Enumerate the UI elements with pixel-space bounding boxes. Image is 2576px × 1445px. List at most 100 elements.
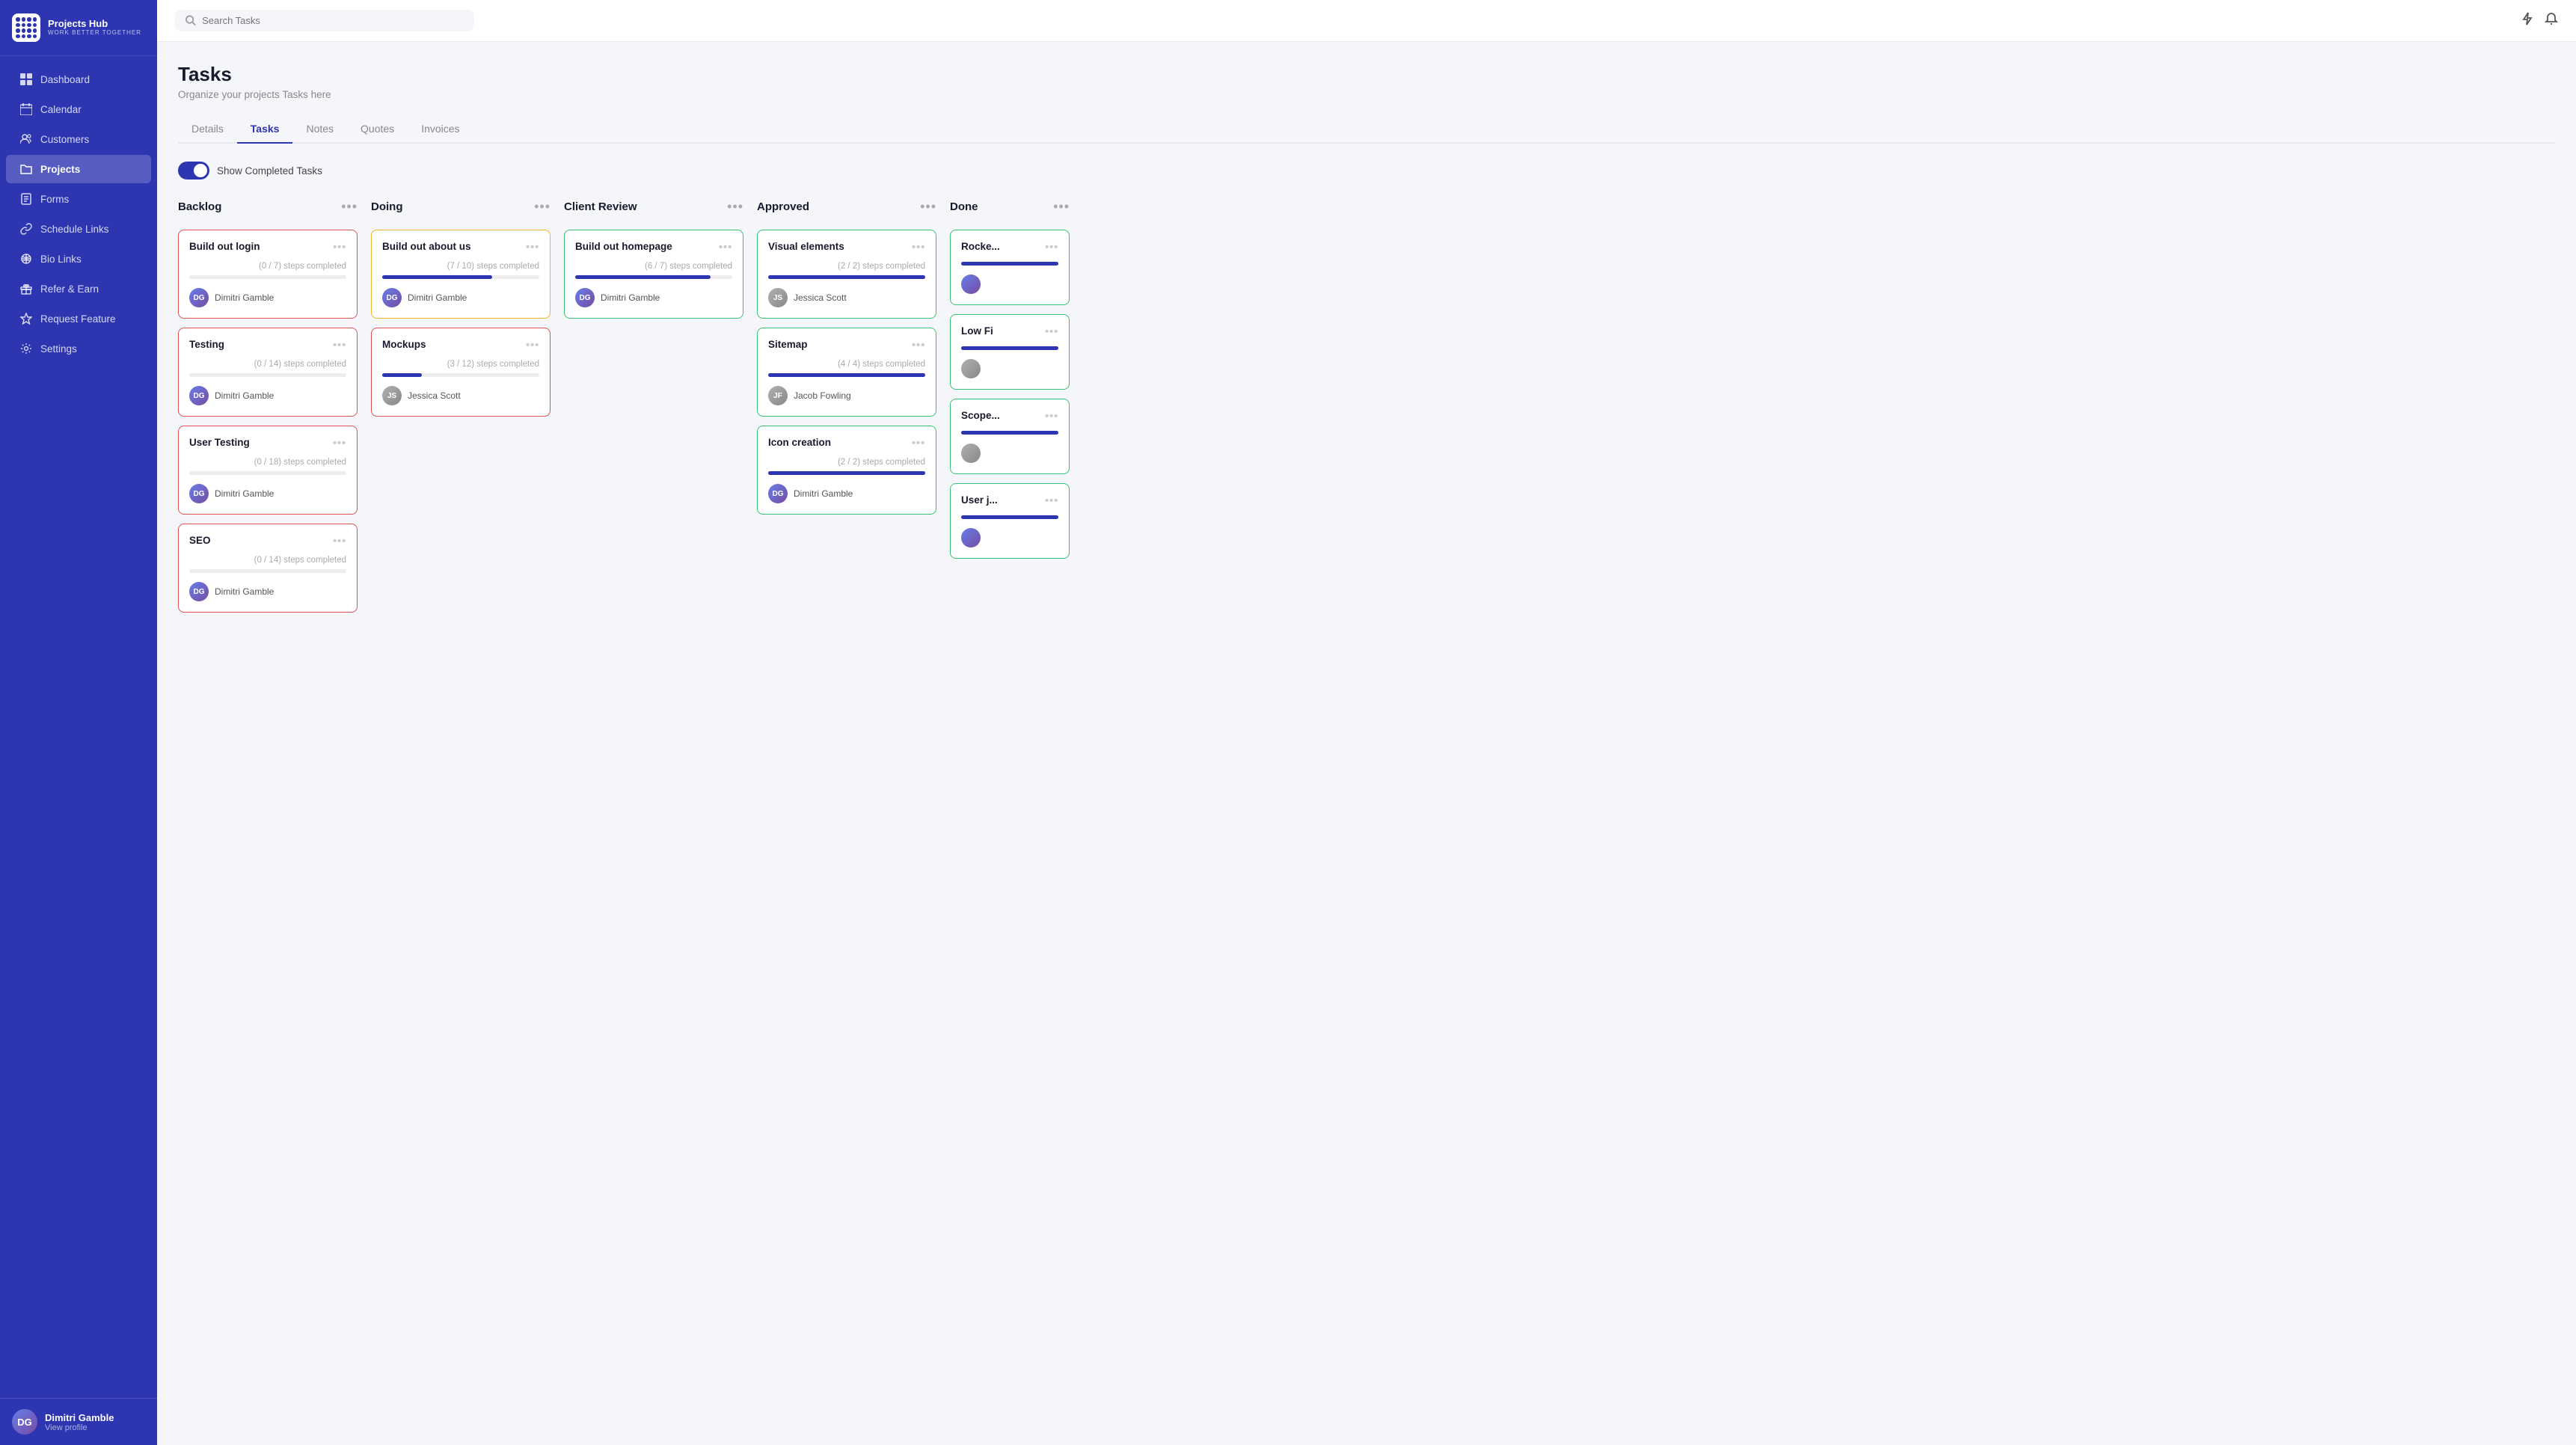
sidebar-item-schedule-links[interactable]: Schedule Links [6, 215, 151, 243]
assignee-avatar: DG [768, 484, 788, 503]
sidebar-item-calendar[interactable]: Calendar [6, 95, 151, 123]
task-card[interactable]: Build out login ••• (0 / 7) steps comple… [178, 230, 358, 319]
toggle-knob [194, 164, 207, 177]
progress-bar-bg [382, 275, 539, 279]
progress-bar-bg [382, 373, 539, 377]
kanban-column-done: Done ••• Rocke... ••• Low Fi ••• [950, 196, 1070, 1430]
content-area: Tasks Organize your projects Tasks here … [157, 42, 2576, 1445]
task-menu-icon[interactable]: ••• [333, 241, 346, 254]
progress-bar-fill [768, 275, 925, 279]
task-title: Build out about us [382, 241, 520, 252]
task-menu-icon[interactable]: ••• [333, 437, 346, 450]
progress-bar-bg [575, 275, 732, 279]
task-title: Icon creation [768, 437, 906, 448]
task-title: Testing [189, 339, 327, 350]
search-input[interactable] [202, 15, 464, 26]
sidebar-item-request-feature[interactable]: Request Feature [6, 304, 151, 333]
progress-bar-bg [189, 275, 346, 279]
sidebar-item-label: Bio Links [40, 254, 82, 265]
assignee-name: Dimitri Gamble [215, 488, 274, 499]
header [157, 0, 2576, 42]
column-menu-icon[interactable]: ••• [727, 199, 743, 215]
controls: Show Completed Tasks [178, 162, 2555, 180]
sidebar-item-forms[interactable]: Forms [6, 185, 151, 213]
show-completed-toggle[interactable] [178, 162, 209, 180]
task-menu-icon[interactable]: ••• [1045, 494, 1058, 508]
header-icons [2521, 12, 2558, 29]
progress-bar-bg [768, 373, 925, 377]
task-card[interactable]: User Testing ••• (0 / 18) steps complete… [178, 426, 358, 515]
user-role: View profile [45, 1423, 114, 1432]
tab-tasks[interactable]: Tasks [237, 115, 293, 144]
bell-icon[interactable] [2545, 12, 2558, 29]
kanban-board: Backlog ••• Build out login ••• (0 / 7) … [178, 196, 2555, 1445]
tab-invoices[interactable]: Invoices [408, 115, 473, 144]
task-steps: (2 / 2) steps completed [768, 458, 925, 467]
sidebar-item-projects[interactable]: Projects [6, 155, 151, 183]
task-card[interactable]: Testing ••• (0 / 14) steps completed DG … [178, 328, 358, 417]
sidebar-item-refer-earn[interactable]: Refer & Earn [6, 274, 151, 303]
sidebar-item-label: Projects [40, 164, 80, 175]
column-menu-icon[interactable]: ••• [1053, 199, 1070, 215]
tab-quotes[interactable]: Quotes [347, 115, 408, 144]
main-content: Tasks Organize your projects Tasks here … [157, 0, 2576, 1445]
user-profile[interactable]: DG Dimitri Gamble View profile [0, 1398, 157, 1445]
progress-bar-bg [961, 431, 1058, 435]
task-header: Build out login ••• [189, 241, 346, 254]
task-menu-icon[interactable]: ••• [526, 339, 539, 352]
progress-bar-bg [189, 373, 346, 377]
task-card[interactable]: Scope... ••• [950, 399, 1070, 474]
task-card[interactable]: Rocke... ••• [950, 230, 1070, 305]
task-menu-icon[interactable]: ••• [912, 241, 925, 254]
progress-bar-bg [961, 515, 1058, 519]
column-menu-icon[interactable]: ••• [534, 199, 551, 215]
column-menu-icon[interactable]: ••• [341, 199, 358, 215]
progress-bar-fill [961, 431, 1058, 435]
column-menu-icon[interactable]: ••• [920, 199, 936, 215]
assignee-avatar [961, 274, 981, 294]
task-assignee: DG Dimitri Gamble [189, 288, 346, 307]
task-card[interactable]: Sitemap ••• (4 / 4) steps completed JF J… [757, 328, 936, 417]
assignee-avatar: JS [768, 288, 788, 307]
task-menu-icon[interactable]: ••• [526, 241, 539, 254]
column-title: Done [950, 200, 978, 213]
folder-icon [19, 162, 33, 176]
task-menu-icon[interactable]: ••• [912, 339, 925, 352]
progress-bar-bg [189, 569, 346, 573]
task-menu-icon[interactable]: ••• [912, 437, 925, 450]
sidebar-item-label: Schedule Links [40, 224, 109, 235]
tab-notes[interactable]: Notes [292, 115, 347, 144]
task-card[interactable]: Build out homepage ••• (6 / 7) steps com… [564, 230, 743, 319]
search-bar[interactable] [175, 10, 474, 31]
assignee-name: Dimitri Gamble [215, 390, 274, 401]
avatar: DG [12, 1409, 37, 1435]
task-steps: (0 / 7) steps completed [189, 262, 346, 271]
task-menu-icon[interactable]: ••• [1045, 410, 1058, 423]
task-steps: (0 / 18) steps completed [189, 458, 346, 467]
task-menu-icon[interactable]: ••• [719, 241, 732, 254]
task-card[interactable]: Low Fi ••• [950, 314, 1070, 390]
task-card[interactable]: Build out about us ••• (7 / 10) steps co… [371, 230, 551, 319]
tab-details[interactable]: Details [178, 115, 237, 144]
task-card[interactable]: User j... ••• [950, 483, 1070, 559]
bolt-icon[interactable] [2521, 12, 2534, 29]
task-menu-icon[interactable]: ••• [1045, 241, 1058, 254]
sidebar-item-label: Dashboard [40, 74, 90, 85]
sidebar-item-bio-links[interactable]: Bio Links [6, 245, 151, 273]
task-menu-icon[interactable]: ••• [333, 339, 346, 352]
progress-bar-fill [961, 515, 1058, 519]
kanban-column-client-review: Client Review ••• Build out homepage •••… [564, 196, 743, 1430]
sidebar-item-dashboard[interactable]: Dashboard [6, 65, 151, 93]
task-card[interactable]: Icon creation ••• (2 / 2) steps complete… [757, 426, 936, 515]
sidebar-item-customers[interactable]: Customers [6, 125, 151, 153]
sidebar-nav: Dashboard Calendar Customers Projects [0, 56, 157, 1398]
progress-bar-bg [768, 275, 925, 279]
task-menu-icon[interactable]: ••• [333, 535, 346, 548]
task-menu-icon[interactable]: ••• [1045, 325, 1058, 339]
assignee-name: Dimitri Gamble [215, 586, 274, 597]
task-card[interactable]: SEO ••• (0 / 14) steps completed DG Dimi… [178, 524, 358, 613]
task-assignee [961, 528, 1058, 547]
task-card[interactable]: Mockups ••• (3 / 12) steps completed JS … [371, 328, 551, 417]
sidebar-item-settings[interactable]: Settings [6, 334, 151, 363]
task-card[interactable]: Visual elements ••• (2 / 2) steps comple… [757, 230, 936, 319]
